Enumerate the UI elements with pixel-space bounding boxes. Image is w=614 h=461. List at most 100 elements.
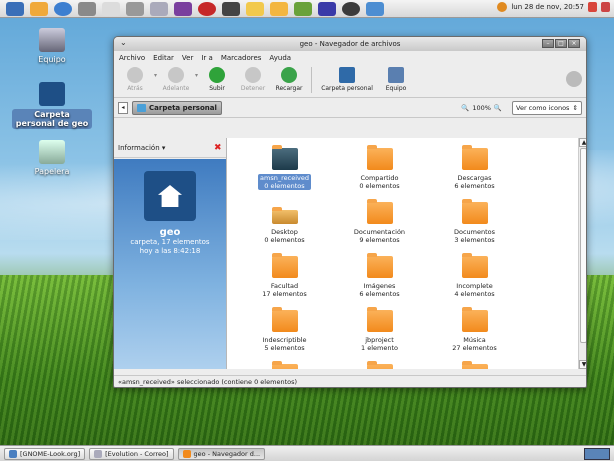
- applications-menu-icon[interactable]: [6, 1, 24, 16]
- file-item[interactable]: Desktop 0 elementos: [237, 202, 332, 244]
- file-item[interactable]: amsn_received 0 elementos: [237, 145, 332, 190]
- folder-launcher-icon[interactable]: [270, 1, 288, 16]
- vertical-scrollbar[interactable]: ▲ ▼: [578, 138, 586, 369]
- file-name: Imágenes: [363, 282, 396, 290]
- text-editor-launcher-icon[interactable]: [102, 1, 120, 16]
- logout-icon[interactable]: [601, 2, 610, 12]
- menu-editar[interactable]: Editar: [153, 54, 174, 62]
- side-pane-info: geo carpeta, 17 elementos hoy a las 8:42…: [114, 159, 226, 369]
- location-home-label: Carpeta personal: [149, 103, 217, 112]
- zoom-in-icon[interactable]: 🔍: [494, 104, 502, 112]
- file-item[interactable]: Proyectos: [427, 361, 522, 369]
- forward-button[interactable]: Adelante: [159, 67, 193, 92]
- view-mode-select[interactable]: Ver como iconos ⇕: [512, 100, 582, 115]
- activity-throbber-icon: [566, 71, 582, 87]
- bottom-taskbar: [GNOME-Look.org] [Evolution - Correo] ge…: [0, 445, 614, 461]
- location-home-button[interactable]: Carpeta personal: [132, 100, 222, 115]
- file-item-label: Descargas 6 elementos: [427, 174, 522, 190]
- task-file-manager[interactable]: geo - Navegador d...: [177, 447, 266, 460]
- menu-ayuda[interactable]: Ayuda: [269, 54, 291, 62]
- desktop-icon-home[interactable]: Carpeta personal de geo: [12, 82, 92, 129]
- task-gnome-look[interactable]: [GNOME-Look.org]: [4, 447, 86, 460]
- tools-launcher-icon[interactable]: [126, 1, 144, 16]
- task-label: [GNOME-Look.org]: [20, 449, 81, 458]
- file-item[interactable]: Música 27 elementos: [427, 307, 522, 352]
- desktop-icon-equipo[interactable]: Equipo: [12, 28, 92, 64]
- screen-launcher-icon[interactable]: [222, 1, 240, 16]
- file-item[interactable]: Indescriptible 5 elementos: [237, 307, 332, 352]
- location-toggle-button[interactable]: ◂: [118, 101, 128, 114]
- menu-archivo[interactable]: Archivo: [119, 54, 145, 62]
- up-arrow-icon: [209, 67, 226, 83]
- workspace-switcher[interactable]: [584, 447, 610, 460]
- side-pane-close-icon[interactable]: ✖: [214, 143, 222, 152]
- up-button[interactable]: Subir: [200, 67, 234, 92]
- menu-marcadores[interactable]: Marcadores: [221, 54, 262, 62]
- file-item[interactable]: Descargas 6 elementos: [427, 145, 522, 190]
- file-item[interactable]: Incomplete 4 elementos: [427, 253, 522, 298]
- back-label: Atrás: [127, 85, 143, 92]
- desktop-icon-label: Papelera: [34, 167, 70, 176]
- menu-ir-a[interactable]: Ir a: [201, 54, 212, 62]
- computer-button[interactable]: Equipo: [379, 67, 413, 92]
- terminal-launcher-icon[interactable]: [78, 1, 96, 16]
- clock-icon: [497, 2, 508, 12]
- file-name: Incomplete: [456, 282, 493, 290]
- document-launcher-icon[interactable]: [150, 1, 168, 16]
- home-button[interactable]: Carpeta personal: [317, 67, 377, 92]
- back-button[interactable]: Atrás: [118, 67, 152, 92]
- tray-icon[interactable]: [588, 2, 597, 12]
- file-item-label: Música 27 elementos: [427, 336, 522, 352]
- scroll-down-button[interactable]: ▼: [579, 360, 586, 369]
- desktop-table-icon: [271, 207, 298, 224]
- file-item-label: Desktop 0 elementos: [237, 228, 332, 244]
- window-menu-icon[interactable]: ⌄: [120, 38, 127, 47]
- folder-icon: [461, 307, 488, 332]
- back-history-dropdown-icon[interactable]: ▾: [154, 72, 157, 79]
- browser-launcher-icon[interactable]: [54, 1, 72, 16]
- maximize-button[interactable]: □: [555, 39, 567, 48]
- file-item[interactable]: Imágenes 6 elementos: [332, 253, 427, 298]
- camera-launcher-icon[interactable]: [366, 1, 384, 16]
- close-button[interactable]: ×: [568, 39, 580, 48]
- desktop-icon-trash[interactable]: Papelera: [12, 140, 92, 176]
- side-pane-selector[interactable]: Información ▾: [118, 144, 165, 152]
- media-launcher-icon[interactable]: [198, 1, 216, 16]
- file-item[interactable]: Programas: [237, 361, 332, 369]
- folder-icon: [461, 361, 488, 369]
- stop-button[interactable]: Detener: [236, 67, 270, 92]
- scroll-up-button[interactable]: ▲: [579, 138, 586, 147]
- zoom-out-icon[interactable]: 🔍: [461, 104, 469, 112]
- window-titlebar[interactable]: ⌄ geo - Navegador de archivos – □ ×: [114, 37, 586, 51]
- menu-ver[interactable]: Ver: [182, 54, 193, 62]
- file-item-label: Imágenes 6 elementos: [332, 282, 427, 298]
- forward-history-dropdown-icon[interactable]: ▾: [195, 72, 198, 79]
- disc-launcher-icon[interactable]: [342, 1, 360, 16]
- icon-view[interactable]: amsn_received 0 elementos Compartido 0 elem…: [227, 138, 586, 369]
- graphics-launcher-icon[interactable]: [174, 1, 192, 16]
- computer-label: Equipo: [385, 85, 407, 92]
- scroll-thumb[interactable]: [580, 148, 586, 343]
- chat-launcher-icon[interactable]: [246, 1, 264, 16]
- file-item[interactable]: jbproject 1 elemento: [332, 307, 427, 352]
- zoom-level[interactable]: 100%: [472, 104, 491, 112]
- home-launcher-icon[interactable]: [30, 1, 48, 16]
- task-label: [Evolution - Correo]: [105, 449, 169, 458]
- side-pane-folder-name: geo: [159, 227, 181, 238]
- reload-button[interactable]: Recargar: [272, 67, 306, 92]
- file-item[interactable]: Documentación 9 elementos: [332, 199, 427, 244]
- settings-launcher-icon[interactable]: [294, 1, 312, 16]
- file-item[interactable]: Compartido 0 elementos: [332, 145, 427, 190]
- computer-icon: [39, 28, 65, 52]
- editor-launcher-icon[interactable]: [318, 1, 336, 16]
- file-item[interactable]: Documentos 3 elementos: [427, 199, 522, 244]
- forward-arrow-icon: [168, 67, 185, 83]
- forward-label: Adelante: [162, 85, 190, 92]
- file-item-label: Documentos 3 elementos: [427, 228, 522, 244]
- task-evolution[interactable]: [Evolution - Correo]: [89, 447, 174, 460]
- minimize-button[interactable]: –: [542, 39, 554, 48]
- file-manager-window: ⌄ geo - Navegador de archivos – □ × Arch…: [113, 36, 587, 388]
- file-item[interactable]: Facultad 17 elementos: [237, 253, 332, 298]
- clock[interactable]: lun 28 de nov, 20:57: [511, 3, 584, 11]
- file-item[interactable]: Projects: [332, 361, 427, 369]
